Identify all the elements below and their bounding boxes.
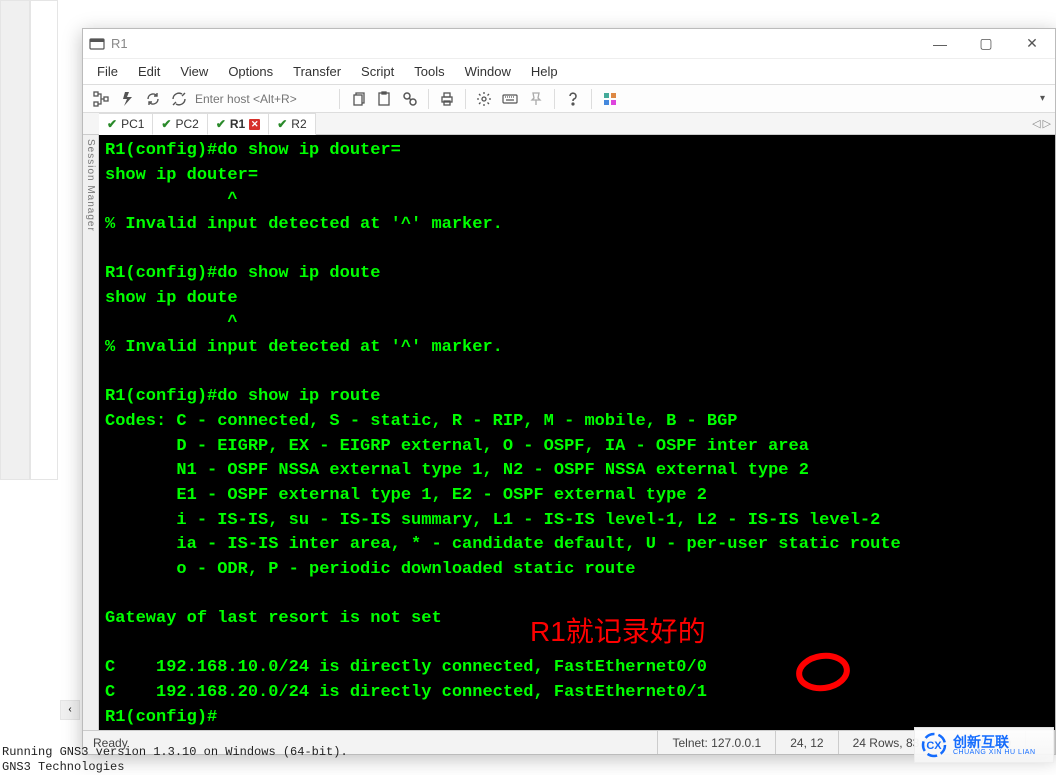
toolbar-separator — [339, 89, 340, 109]
tab-r2[interactable]: ✔ R2 — [269, 113, 315, 135]
watermark-cn: 创新互联 — [953, 735, 1036, 749]
paste-icon[interactable] — [372, 88, 396, 110]
background-panel-gray — [0, 0, 30, 480]
console-line: Running GNS3 version 1.3.10 on Windows (… — [2, 745, 1056, 760]
menu-edit[interactable]: Edit — [130, 62, 168, 81]
background-panel-white — [30, 0, 58, 480]
terminal-window: R1 — ▢ ✕ File Edit View Options Transfer… — [82, 28, 1056, 755]
close-tab-icon[interactable]: ✕ — [249, 119, 260, 130]
print-icon[interactable] — [435, 88, 459, 110]
tab-prev-icon[interactable]: ◁ — [1032, 117, 1040, 130]
pin-icon[interactable] — [524, 88, 548, 110]
copy-icon[interactable] — [346, 88, 370, 110]
toolbar-overflow-icon[interactable]: ▾ — [1040, 93, 1049, 104]
tab-label: PC1 — [121, 117, 144, 131]
session-tree-icon[interactable] — [89, 88, 113, 110]
watermark-logo-icon: CX — [921, 732, 947, 758]
app-icon — [89, 36, 105, 52]
quick-connect-icon[interactable] — [115, 88, 139, 110]
scroll-handle-icon[interactable]: ‹ — [60, 700, 80, 720]
tab-label: PC2 — [175, 117, 198, 131]
tab-pc1[interactable]: ✔ PC1 — [99, 113, 153, 135]
find-icon[interactable] — [398, 88, 422, 110]
menu-view[interactable]: View — [172, 62, 216, 81]
host-input[interactable] — [193, 89, 333, 109]
console-line: GNS3 Technologies — [2, 760, 1056, 775]
svg-text:CX: CX — [926, 740, 942, 752]
tab-nav: ◁ ▷ — [1032, 113, 1055, 134]
session-manager-panel[interactable]: Session Manager — [83, 135, 99, 730]
menu-window[interactable]: Window — [457, 62, 519, 81]
title-text: R1 — [111, 36, 917, 51]
tab-label: R1 — [230, 117, 245, 131]
settings-icon[interactable] — [472, 88, 496, 110]
menu-file[interactable]: File — [89, 62, 126, 81]
tabbar: ✔ PC1 ✔ PC2 ✔ R1 ✕ ✔ R2 ◁ ▷ — [83, 113, 1055, 135]
terminal-area: Session Manager R1(config)#do show ip do… — [83, 135, 1055, 730]
titlebar[interactable]: R1 — ▢ ✕ — [83, 29, 1055, 59]
menu-tools[interactable]: Tools — [406, 62, 452, 81]
toolbar-separator — [465, 89, 466, 109]
tab-label: R2 — [291, 117, 306, 131]
check-icon: ✔ — [216, 117, 226, 131]
maximize-button[interactable]: ▢ — [963, 29, 1009, 59]
disconnect-icon[interactable] — [167, 88, 191, 110]
menu-transfer[interactable]: Transfer — [285, 62, 349, 81]
tab-pc2[interactable]: ✔ PC2 — [153, 113, 207, 135]
help-icon[interactable] — [561, 88, 585, 110]
menu-options[interactable]: Options — [220, 62, 281, 81]
tab-r1[interactable]: ✔ R1 ✕ — [208, 113, 269, 135]
check-icon: ✔ — [107, 117, 117, 131]
check-icon: ✔ — [277, 117, 287, 131]
color-scheme-icon[interactable] — [598, 88, 622, 110]
tab-next-icon[interactable]: ▷ — [1043, 117, 1051, 130]
close-button[interactable]: ✕ — [1009, 29, 1055, 59]
toolbar-separator — [428, 89, 429, 109]
menu-help[interactable]: Help — [523, 62, 566, 81]
menu-script[interactable]: Script — [353, 62, 402, 81]
check-icon: ✔ — [161, 117, 171, 131]
toolbar-separator — [591, 89, 592, 109]
watermark-en: CHUANG XIN HU LIAN — [953, 749, 1036, 756]
keyboard-icon[interactable] — [498, 88, 522, 110]
toolbar: ▾ — [83, 85, 1055, 113]
menubar: File Edit View Options Transfer Script T… — [83, 59, 1055, 85]
watermark: CX 创新互联 CHUANG XIN HU LIAN — [914, 727, 1054, 763]
terminal-output[interactable]: R1(config)#do show ip douter= show ip do… — [99, 135, 1055, 730]
minimize-button[interactable]: — — [917, 29, 963, 59]
toolbar-separator — [554, 89, 555, 109]
reconnect-icon[interactable] — [141, 88, 165, 110]
gns3-console: Running GNS3 version 1.3.10 on Windows (… — [0, 745, 1056, 775]
